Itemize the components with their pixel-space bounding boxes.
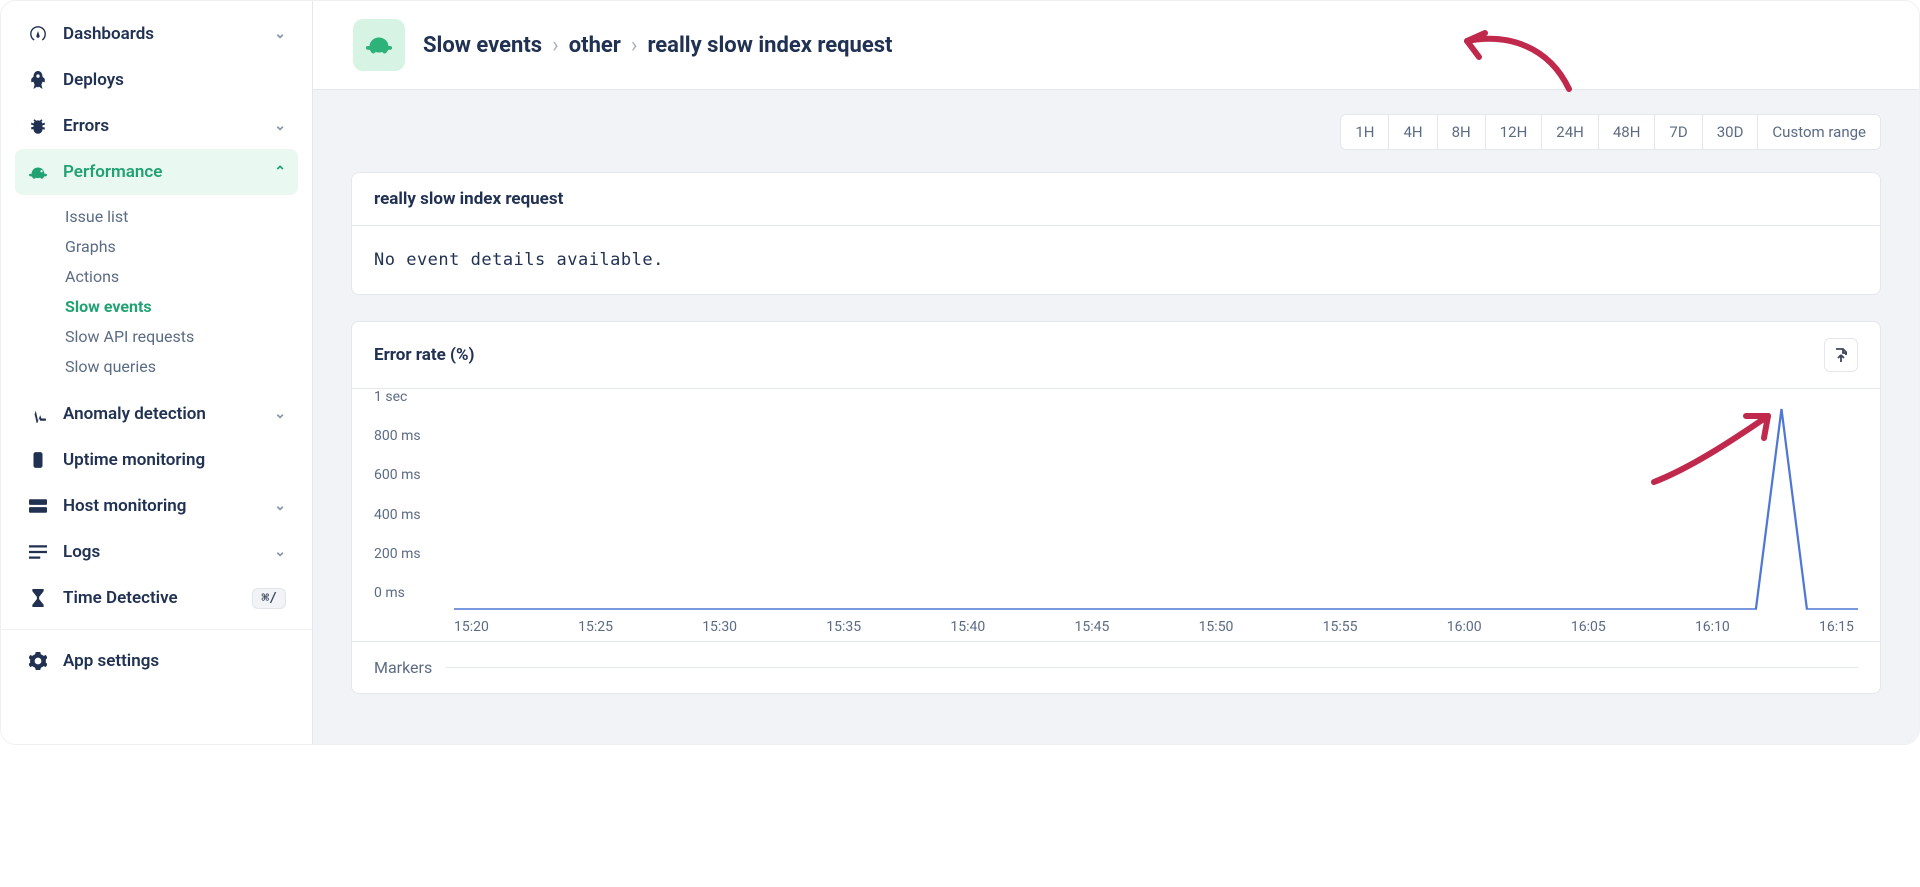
event-details-title: really slow index request [352, 173, 1880, 226]
y-tick: 0 ms [374, 585, 421, 601]
time-range-4h[interactable]: 4H [1389, 115, 1437, 149]
logs-icon [27, 543, 49, 561]
perf-icon [27, 163, 49, 181]
host-icon [27, 497, 49, 515]
anomaly-icon [27, 405, 49, 423]
turtle-icon [353, 19, 405, 71]
annotation-arrow-breadcrumb [1459, 27, 1579, 97]
event-details-card: really slow index request No event detai… [351, 172, 1881, 295]
x-tick: 15:50 [1199, 619, 1234, 635]
time-icon [27, 589, 49, 607]
nav-item-app-settings[interactable]: App settings [15, 638, 298, 684]
time-range-12h[interactable]: 12H [1486, 115, 1543, 149]
subnav-issue-list[interactable]: Issue list [65, 201, 298, 231]
nav-item-uptime-monitoring[interactable]: Uptime monitoring [15, 437, 298, 483]
y-tick: 600 ms [374, 467, 421, 483]
subnav-slow-queries[interactable]: Slow queries [65, 351, 298, 381]
x-tick: 15:20 [454, 619, 489, 635]
y-tick: 800 ms [374, 428, 421, 444]
subnav-slow-api-requests[interactable]: Slow API requests [65, 321, 298, 351]
breadcrumb-part[interactable]: other [569, 33, 621, 58]
nav-label: Uptime monitoring [63, 450, 205, 470]
sidebar: Dashboards ⌄ Deploys Errors ⌄ Performance ⌃ Iss… [1, 1, 313, 744]
breadcrumb-part[interactable]: Slow events [423, 33, 542, 58]
markers-row: Markers [352, 641, 1880, 693]
x-tick: 15:25 [578, 619, 613, 635]
nav-label: Errors [63, 116, 109, 136]
nav-label: App settings [63, 651, 159, 671]
chevron-down-icon: ⌄ [274, 406, 286, 422]
breadcrumb-part: really slow index request [647, 33, 892, 58]
export-button[interactable] [1824, 338, 1858, 372]
subnav-graphs[interactable]: Graphs [65, 231, 298, 261]
event-details-body: No event details available. [352, 226, 1880, 294]
nav-label: Host monitoring [63, 496, 186, 516]
nav-label: Anomaly detection [63, 404, 206, 424]
kbd-shortcut: ⌘/ [252, 588, 286, 609]
x-tick: 15:35 [826, 619, 861, 635]
nav-item-anomaly-detection[interactable]: Anomaly detection ⌄ [15, 391, 298, 437]
nav-item-dashboards[interactable]: Dashboards ⌄ [15, 11, 298, 57]
x-tick: 16:10 [1695, 619, 1730, 635]
chevron-up-icon: ⌃ [274, 164, 286, 180]
nav-label: Performance [63, 162, 162, 182]
nav-item-host-monitoring[interactable]: Host monitoring ⌄ [15, 483, 298, 529]
chevron-down-icon: ⌄ [274, 26, 286, 42]
time-range-8h[interactable]: 8H [1438, 115, 1486, 149]
nav-item-time-detective[interactable]: Time Detective ⌘/ [15, 575, 298, 621]
y-tick: 1 sec [374, 389, 421, 405]
time-range-24h[interactable]: 24H [1542, 115, 1599, 149]
x-tick: 15:45 [1074, 619, 1109, 635]
chevron-down-icon: ⌄ [274, 118, 286, 134]
error-rate-chart: 15:20 15:25 15:30 15:35 15:40 15:45 15:50 15:55… [454, 409, 1858, 635]
chevron-down-icon: ⌄ [274, 544, 286, 560]
chevron-down-icon: ⌄ [274, 498, 286, 514]
x-tick: 16:05 [1571, 619, 1606, 635]
deploy-icon [27, 71, 49, 89]
time-range-7d[interactable]: 7D [1655, 115, 1702, 149]
breadcrumb: Slow events › other › really slow index requ… [423, 33, 892, 58]
nav-item-performance[interactable]: Performance ⌃ [15, 149, 298, 195]
export-icon [1833, 347, 1849, 363]
x-tick: 16:00 [1447, 619, 1482, 635]
nav-label: Logs [63, 542, 100, 562]
subnav-actions[interactable]: Actions [65, 261, 298, 291]
x-tick: 15:30 [702, 619, 737, 635]
x-tick: 15:55 [1323, 619, 1358, 635]
time-range-custom-range[interactable]: Custom range [1758, 115, 1880, 149]
y-tick: 400 ms [374, 507, 421, 523]
nav-label: Deploys [63, 70, 124, 90]
nav-item-deploys[interactable]: Deploys [15, 57, 298, 103]
dashboard-icon [27, 25, 49, 43]
x-tick: 16:15 [1819, 619, 1854, 635]
chevron-right-icon: › [631, 33, 638, 58]
time-range-1h[interactable]: 1H [1341, 115, 1389, 149]
time-range-48h[interactable]: 48H [1599, 115, 1656, 149]
bug-icon [27, 117, 49, 135]
chevron-right-icon: › [552, 33, 559, 58]
markers-label: Markers [374, 658, 432, 677]
page-header: Slow events › other › really slow index requ… [313, 1, 1919, 90]
nav-item-logs[interactable]: Logs ⌄ [15, 529, 298, 575]
y-tick: 200 ms [374, 546, 421, 562]
time-range-30d[interactable]: 30D [1703, 115, 1759, 149]
app-window: Dashboards ⌄ Deploys Errors ⌄ Performance ⌃ Iss… [0, 0, 1920, 745]
gear-icon [27, 652, 49, 670]
nav-item-errors[interactable]: Errors ⌄ [15, 103, 298, 149]
error-rate-title: Error rate (%) [374, 345, 475, 365]
content-area: 1H4H8H12H24H48H7D30DCustom range really … [313, 90, 1919, 744]
time-range-picker: 1H4H8H12H24H48H7D30DCustom range [351, 114, 1881, 150]
x-tick: 15:40 [950, 619, 985, 635]
uptime-icon [27, 451, 49, 469]
nav-label: Time Detective [63, 588, 178, 608]
main-panel: Slow events › other › really slow index requ… [313, 1, 1919, 744]
error-rate-card: Error rate (%) 1 sec 800 ms 600 ms 400 ms 20… [351, 321, 1881, 694]
nav-label: Dashboards [63, 24, 154, 44]
subnav-slow-events[interactable]: Slow events [65, 291, 298, 321]
